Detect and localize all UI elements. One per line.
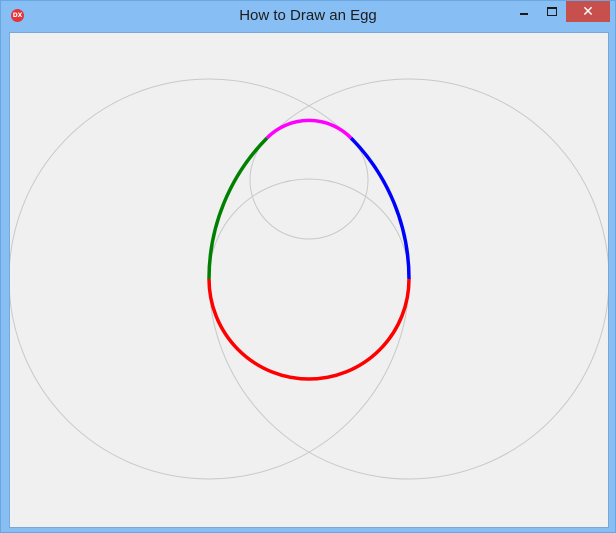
drawing-canvas xyxy=(9,32,609,528)
minimize-button[interactable] xyxy=(510,1,537,22)
app-window: DX How to Draw an Egg ✕ xyxy=(0,0,616,533)
maximize-icon xyxy=(546,7,557,16)
close-button[interactable]: ✕ xyxy=(566,1,610,22)
egg-top-arc xyxy=(265,118,353,140)
egg-drawing xyxy=(10,78,608,480)
minimize-icon xyxy=(519,12,528,15)
guide-circles xyxy=(10,78,608,480)
maximize-button[interactable] xyxy=(538,1,565,22)
title-bar[interactable]: DX How to Draw an Egg ✕ xyxy=(1,1,615,31)
egg-bottom-arc xyxy=(207,278,411,381)
close-icon: ✕ xyxy=(582,3,594,20)
egg-outline xyxy=(207,118,411,381)
